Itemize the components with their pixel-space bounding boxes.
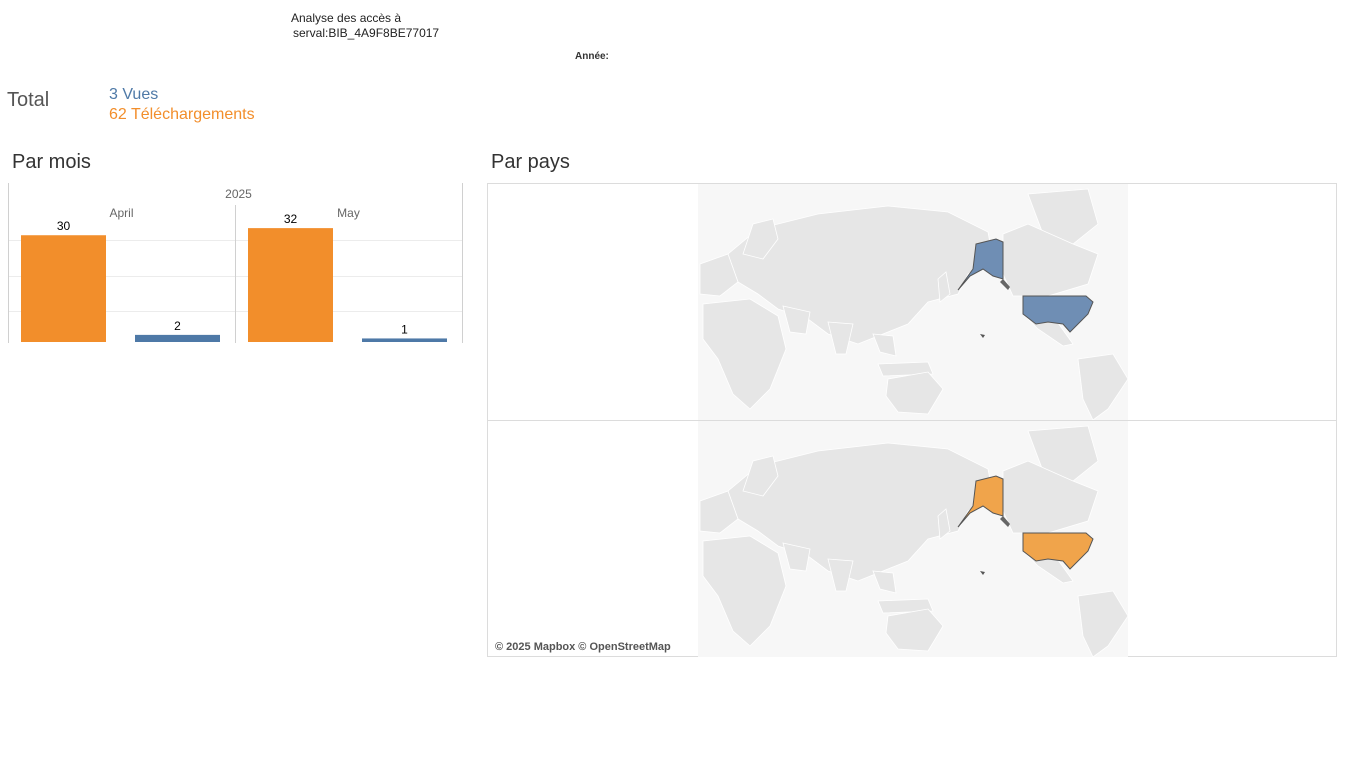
map-attribution[interactable]: © 2025 Mapbox © OpenStreetMap bbox=[495, 641, 671, 653]
views-map[interactable] bbox=[488, 184, 1336, 420]
views-map-svg bbox=[698, 184, 1129, 420]
country-maps-panel: © 2025 Mapbox © OpenStreetMap bbox=[487, 183, 1337, 657]
bar-label-downloads-may: 32 bbox=[284, 212, 298, 226]
monthly-bar-chart: 2025 April 30 2 May 32 1 bbox=[8, 183, 463, 343]
year-header: 2025 bbox=[225, 187, 252, 201]
month-header-april: April bbox=[109, 206, 133, 220]
bar-label-downloads-april: 30 bbox=[57, 219, 71, 233]
bar-label-views-may: 1 bbox=[401, 322, 408, 336]
by-country-title: Par pays bbox=[491, 151, 570, 173]
by-month-title: Par mois bbox=[12, 151, 91, 173]
bar-views-april[interactable] bbox=[135, 334, 220, 342]
downloads-map[interactable] bbox=[488, 421, 1336, 657]
total-downloads: 62 Téléchargements bbox=[109, 106, 255, 123]
bar-downloads-may[interactable] bbox=[248, 228, 333, 342]
month-header-may: May bbox=[337, 206, 360, 220]
downloads-map-svg bbox=[698, 421, 1129, 657]
bar-views-may[interactable] bbox=[362, 338, 447, 342]
bar-label-views-april: 2 bbox=[174, 319, 181, 333]
report-title-line1: Analyse des accès à bbox=[291, 11, 402, 25]
total-views: 3 Vues bbox=[109, 86, 159, 103]
monthly-bar-chart-svg: 2025 April 30 2 May 32 1 bbox=[8, 183, 463, 343]
bar-downloads-april[interactable] bbox=[21, 235, 106, 342]
report-title-line2: serval:BIB_4A9F8BE77017 bbox=[293, 26, 440, 40]
total-label: Total bbox=[7, 89, 50, 111]
year-filter-label[interactable]: Année: bbox=[575, 51, 609, 62]
